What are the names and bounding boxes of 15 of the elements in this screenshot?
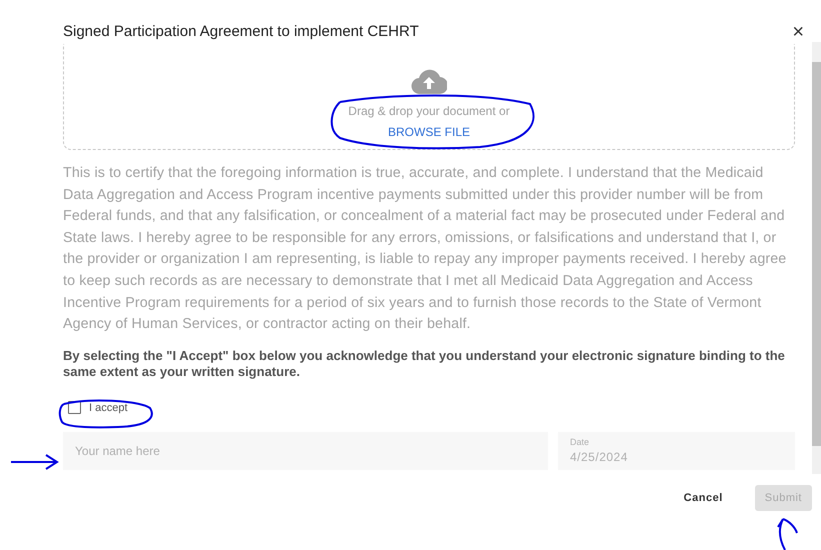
name-field[interactable]: Your name here <box>63 432 548 470</box>
upload-prompt: Drag & drop your document or <box>348 103 510 120</box>
date-label: Date <box>570 436 590 448</box>
scrollbar[interactable] <box>812 42 821 474</box>
annotation-arrow <box>10 452 60 472</box>
close-button[interactable]: × <box>792 22 804 42</box>
certification-paragraph: This is to certify that the foregoing information is true, accurate, and complete. I understand that the Medicaid Data Aggregation and Access Program incentive payments submitted under this provider number will be from Federal funds, and that any falsification, or concealment of a material fact may be prosecuted under Federal and State laws. I hereby agree to be responsible for any errors, omissions, or falsifications and understand that I, or the provider or organization I am representing, is liable to repay any improper payments received. I hereby agree to keep such records as are necessary to demonstrate that I met all Medicaid Data Aggregation and Access Incentive Program requirements for a period of six years and to furnish those records to the State of Vermont Agency of Human Services, or contractor acting on their behalf. <box>63 164 788 334</box>
accept-label: I accept <box>89 400 128 416</box>
dialog-title: Signed Participation Agreement to implement CEHRT <box>63 22 419 42</box>
date-value: 4/25/2024 <box>570 448 629 466</box>
browse-file-link[interactable]: BROWSE FILE <box>388 123 470 141</box>
cloud-upload-icon <box>411 68 447 94</box>
upload-dropzone[interactable]: Drag & drop your document or BROWSE FILE <box>63 44 795 150</box>
cancel-button[interactable]: Cancel <box>674 485 733 511</box>
acknowledgement-text: By selecting the "I Accept" box below you acknowledge that you understand your electronic signature binding to the same extent as your written signature. <box>63 348 786 380</box>
